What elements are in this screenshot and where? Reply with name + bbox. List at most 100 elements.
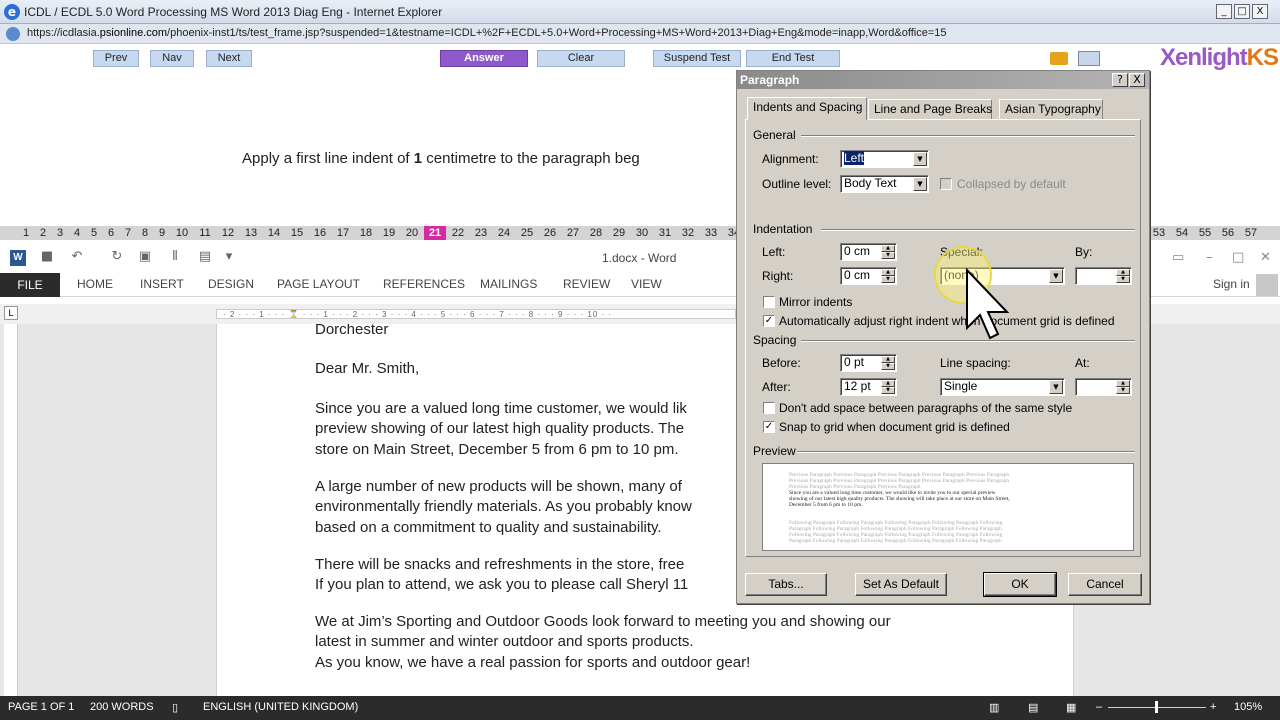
question-number[interactable]: 4 (69, 226, 85, 240)
dialog-close-button[interactable]: X (1129, 73, 1145, 87)
read-mode-icon[interactable]: ▥ (989, 701, 999, 714)
question-number[interactable]: 7 (120, 226, 136, 240)
calculator-icon[interactable] (1078, 51, 1100, 66)
chevron-down-icon[interactable]: ▼ (913, 177, 927, 191)
question-number[interactable]: 56 (1217, 226, 1239, 240)
word-close-icon[interactable]: ✕ (1260, 250, 1271, 265)
stepper-icon[interactable]: ▲ ▼ (881, 380, 895, 394)
question-number[interactable]: 29 (608, 226, 630, 240)
word-minimize-icon[interactable]: – (1206, 250, 1213, 265)
question-number[interactable]: 21 (424, 226, 446, 240)
tab-asian-typography[interactable]: Asian Typography (999, 99, 1103, 119)
save-icon[interactable]: ■ (40, 250, 54, 264)
customize-qat-icon[interactable]: ▾ (222, 250, 236, 264)
redo-icon[interactable]: ↻ (110, 250, 124, 264)
nav-button[interactable]: Nav (150, 50, 194, 67)
prev-button[interactable]: Prev (93, 50, 139, 67)
stepper-icon[interactable]: ▲ ▼ (1116, 269, 1130, 283)
tabs-button[interactable]: Tabs... (745, 573, 827, 596)
clear-button[interactable]: Clear (537, 50, 625, 67)
format-painter-icon[interactable]: ▣ (138, 250, 152, 264)
question-number[interactable]: 20 (401, 226, 423, 240)
horizontal-ruler[interactable]: · 2 · · · 1 · · · ⌛ · · · 1 · · · 2 · · … (216, 309, 736, 319)
end-test-button[interactable]: End Test (746, 50, 840, 67)
question-number[interactable]: 1 (18, 226, 34, 240)
tab-page-layout[interactable]: PAGE LAYOUT (277, 277, 360, 291)
alignment-select[interactable]: Left ▼ (840, 150, 929, 168)
by-field[interactable]: ▲ ▼ (1075, 267, 1132, 285)
address-bar[interactable]: https://icdlasia.psionline.com/phoenix-i… (0, 24, 1280, 44)
question-number[interactable]: 13 (240, 226, 262, 240)
outline-level-select[interactable]: Body Text ▼ (840, 175, 929, 193)
zoom-level[interactable]: 105% (1234, 701, 1262, 713)
sign-in-link[interactable]: Sign in (1213, 277, 1250, 291)
question-number[interactable]: 14 (263, 226, 285, 240)
language-status[interactable]: ENGLISH (UNITED KINGDOM) (203, 701, 358, 713)
word-app-icon[interactable]: W (10, 250, 26, 266)
question-number[interactable]: 28 (585, 226, 607, 240)
stepper-icon[interactable]: ▲ ▼ (881, 356, 895, 370)
chevron-down-icon[interactable]: ▼ (1049, 269, 1063, 283)
question-number[interactable]: 18 (355, 226, 377, 240)
avatar[interactable] (1256, 274, 1278, 296)
question-number[interactable]: 2 (35, 226, 51, 240)
zoom-slider-thumb[interactable] (1155, 701, 1158, 713)
question-number[interactable]: 26 (539, 226, 561, 240)
tab-line-and-page-breaks[interactable]: Line and Page Breaks (868, 99, 992, 119)
spacing-before-field[interactable]: 0 pt ▲ ▼ (840, 354, 897, 372)
tab-mailings[interactable]: MAILINGS (480, 277, 537, 291)
close-window-button[interactable]: X (1252, 4, 1268, 19)
dont-add-space-checkbox[interactable] (763, 402, 775, 414)
undo-icon[interactable]: ↶ (70, 250, 84, 264)
tab-insert[interactable]: INSERT (140, 277, 184, 291)
set-as-default-button[interactable]: Set As Default (855, 573, 947, 596)
question-number[interactable]: 25 (516, 226, 538, 240)
tab-selector[interactable]: L (4, 306, 18, 320)
ribbon-display-icon[interactable]: ▭ (1172, 250, 1184, 265)
word-count[interactable]: 200 WORDS (90, 701, 154, 713)
question-number[interactable]: 55 (1194, 226, 1216, 240)
question-number[interactable]: 8 (137, 226, 153, 240)
chevron-down-icon[interactable]: ▼ (913, 152, 927, 166)
question-number[interactable]: 27 (562, 226, 584, 240)
question-number[interactable]: 10 (171, 226, 193, 240)
question-number[interactable]: 32 (677, 226, 699, 240)
tab-indents-and-spacing[interactable]: Indents and Spacing (747, 97, 867, 120)
question-number[interactable]: 22 (447, 226, 469, 240)
question-number[interactable]: 24 (493, 226, 515, 240)
zoom-out-icon[interactable]: – (1096, 701, 1102, 713)
question-number[interactable]: 5 (86, 226, 102, 240)
word-restore-icon[interactable]: □ (1232, 250, 1244, 265)
insert-icon[interactable]: ▤ (198, 250, 212, 264)
answer-button[interactable]: Answer (440, 50, 528, 67)
collapsed-checkbox[interactable] (940, 178, 952, 190)
tab-design[interactable]: DESIGN (208, 277, 254, 291)
proofing-icon[interactable]: ▯ (172, 701, 178, 714)
indent-right-field[interactable]: 0 cm ▲ ▼ (840, 267, 897, 285)
question-number[interactable]: 17 (332, 226, 354, 240)
question-number[interactable]: 6 (103, 226, 119, 240)
web-layout-icon[interactable]: ▦ (1066, 701, 1076, 714)
question-number[interactable]: 33 (700, 226, 722, 240)
print-layout-icon[interactable]: ▤ (1028, 701, 1038, 714)
spacing-after-field[interactable]: 12 pt ▲ ▼ (840, 378, 897, 396)
chevron-down-icon[interactable]: ▼ (1049, 380, 1063, 394)
snap-to-grid-checkbox[interactable]: ✓ (763, 421, 775, 433)
maximize-button[interactable]: □ (1234, 4, 1250, 19)
question-number[interactable]: 15 (286, 226, 308, 240)
page-count[interactable]: PAGE 1 OF 1 (8, 701, 74, 713)
tab-view[interactable]: VIEW (631, 277, 662, 291)
zoom-in-icon[interactable]: + (1210, 701, 1216, 713)
indent-left-field[interactable]: 0 cm ▲ ▼ (840, 243, 897, 261)
question-number[interactable]: 23 (470, 226, 492, 240)
question-number[interactable]: 54 (1171, 226, 1193, 240)
tab-file[interactable]: FILE (0, 273, 60, 297)
tab-references[interactable]: REFERENCES (383, 277, 465, 291)
columns-icon[interactable]: ⦀ (168, 250, 182, 264)
question-number[interactable]: 53 (1148, 226, 1170, 240)
question-number[interactable]: 31 (654, 226, 676, 240)
stepper-icon[interactable]: ▲ ▼ (881, 269, 895, 283)
question-number[interactable]: 19 (378, 226, 400, 240)
book-icon[interactable] (1050, 52, 1068, 65)
question-number[interactable]: 12 (217, 226, 239, 240)
